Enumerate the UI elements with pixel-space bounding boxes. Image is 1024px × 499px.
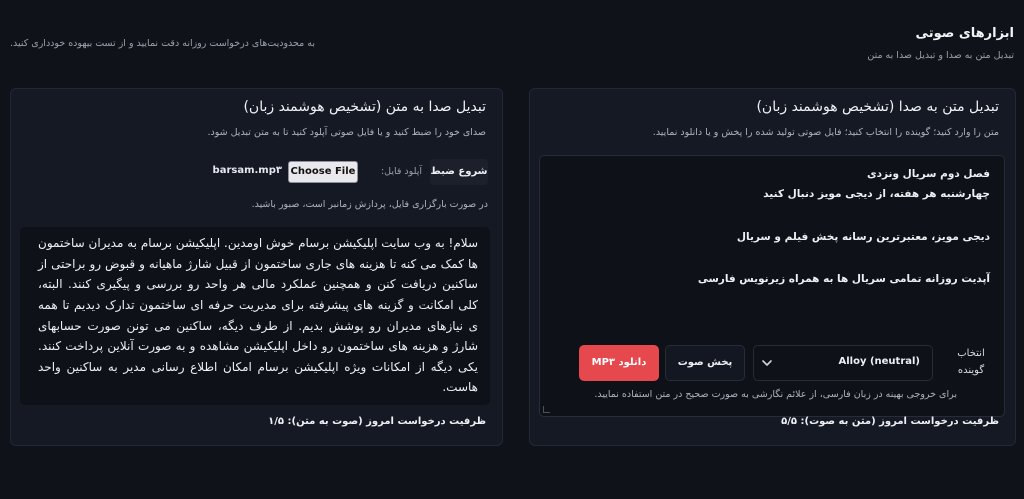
tts-hint: برای خروجی بهینه در زبان فارسی، از علائم… [594,389,957,400]
tts-panel: تبدیل متن به صدا (تشخیص هوشمند زبان) متن… [529,88,1016,446]
tts-text-line: دیجی مویز، معتبرترین رسانه پخش فیلم و سر… [736,230,990,243]
page-title: ابزارهای صوتی [915,26,1014,41]
stt-title: تبدیل صدا به متن (تشخیص هوشمند زبان) [243,99,486,115]
stt-capacity: ظرفیت درخواست امروز (صوت به متن): ۱/۵ [268,416,486,427]
choose-file-button[interactable]: Choose File [288,161,358,183]
start-recording-button[interactable]: شروع ضبط [430,159,488,185]
page-header: ابزارهای صوتی تبدیل متن به صدا و تبدیل ص… [10,22,1014,72]
chevron-down-icon [762,360,772,366]
tts-capacity: ظرفیت درخواست امروز (متن به صوت): ۵/۵ [781,416,999,427]
tts-description: متن را وارد کنید؛ گوینده را انتخاب کنید؛… [652,127,999,138]
voice-label: انتخاب گوینده [957,348,985,376]
page-subtitle: تبدیل متن به صدا و تبدیل صدا به متن [867,50,1014,61]
play-audio-button[interactable]: پخش صوت [665,345,745,381]
selected-file-name: barsam.mp۳ [212,165,282,176]
download-mp3-button[interactable]: دانلود MP۳ [579,345,659,381]
voice-select-value: Alloy (neutral) [838,356,920,367]
upload-hint: در صورت بارگزاری فایل، پردازش زمانبر است… [251,199,488,210]
stt-controls: شروع ضبط آپلود فایل: Choose File barsam.… [213,159,488,185]
usage-notice: به محدودیت‌های درخواست روزانه دقت نمایید… [10,38,316,49]
voice-select[interactable]: Alloy (neutral) [753,345,933,381]
stt-description: صدای خود را ضبط کنید و یا فایل صوتی آپلو… [207,127,486,138]
tts-text-line: فصل دوم سریال ونزدی [866,168,990,180]
upload-label: آپلود فایل: [380,166,422,177]
tts-text-line: آپدیت روزانه تمامی سریال ها به همراه زیر… [697,273,990,286]
stt-result-text: سلام! به وب سایت اپلیکیشن برسام خوش اومد… [20,227,490,405]
resize-grip-icon[interactable] [543,406,550,413]
stt-panel: تبدیل صدا به متن (تشخیص هوشمند زبان) صدا… [10,88,503,446]
voice-controls: انتخاب گوینده Alloy (neutral) پخش صوت دا… [530,345,1015,381]
tts-text-line: چهارشنبه هر هفته، از دیجی مویز دنبال کنی… [763,188,990,201]
tts-title: تبدیل متن به صدا (تشخیص هوشمند زبان) [756,99,999,115]
